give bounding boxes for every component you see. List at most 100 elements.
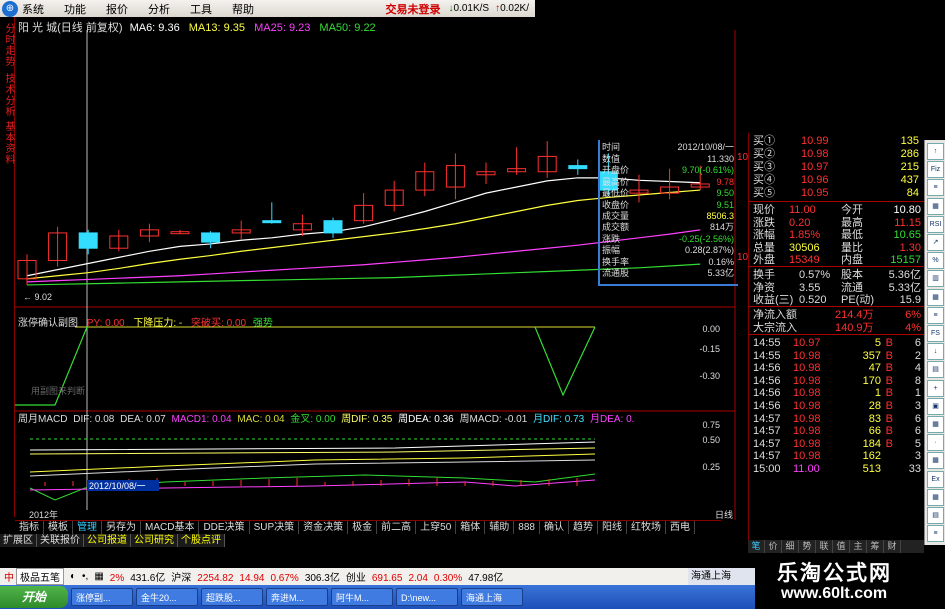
toolbar-icon[interactable]: ▦ bbox=[927, 452, 944, 470]
moon-icon[interactable]: ◐ bbox=[70, 571, 76, 582]
toolbar-icon[interactable]: ↓ bbox=[927, 343, 944, 361]
quote-tab[interactable]: 筹 bbox=[867, 540, 884, 553]
info-row: 振幅 0.28(2.87%) bbox=[602, 245, 738, 256]
extension-tab[interactable]: 个股点评 bbox=[178, 534, 225, 547]
sub2-header: 周月MACD DIF: 0.08 DEA: 0.07 MACD1: 0.04 M… bbox=[18, 410, 634, 425]
extension-tab[interactable]: 公司研究 bbox=[131, 534, 178, 547]
tab-technical[interactable]: 技术分析 bbox=[1, 73, 14, 117]
macd-legend-7: 周DEA: 0.36 bbox=[398, 414, 454, 425]
tick-count: 2 bbox=[914, 349, 921, 362]
indicator-tab[interactable]: 前二高 bbox=[377, 521, 417, 534]
indicator-tab[interactable]: 极金 bbox=[348, 521, 378, 534]
quote-tab[interactable]: 值 bbox=[833, 540, 850, 553]
taskbar-item[interactable]: 涨停副... bbox=[71, 588, 133, 606]
toolbar-icon[interactable]: Fiz bbox=[927, 161, 944, 179]
indicator-tab[interactable]: 红牧场 bbox=[627, 521, 666, 534]
divider bbox=[749, 306, 925, 307]
indicator-tab[interactable]: 阳线 bbox=[598, 521, 627, 534]
bid-price: 10.97 bbox=[801, 161, 829, 173]
tick-direction: B bbox=[885, 400, 893, 412]
menu-item-help[interactable]: 帮助 bbox=[232, 1, 254, 17]
extension-tab[interactable]: 关联报价 bbox=[37, 534, 84, 547]
menu-item-analysis[interactable]: 分析 bbox=[148, 1, 170, 17]
sub1-pressure: 下降压力: - bbox=[133, 318, 183, 329]
extension-tab[interactable]: 扩展区 bbox=[0, 534, 37, 547]
quote-tab[interactable]: 笔 bbox=[748, 540, 765, 553]
toolbar-icon[interactable]: FS bbox=[927, 325, 944, 342]
menu-item-quote[interactable]: 报价 bbox=[106, 1, 128, 17]
indicator-tab[interactable]: DDE决策 bbox=[199, 521, 250, 534]
indicator-tab[interactable]: 资金决策 bbox=[299, 521, 349, 534]
hq-title[interactable]: 海通上海 bbox=[688, 568, 755, 585]
taskbar-item[interactable]: 海通上海 bbox=[461, 588, 523, 606]
start-button[interactable]: 开始 bbox=[0, 586, 68, 608]
toolbar-icon[interactable]: ▣ bbox=[927, 397, 944, 415]
indicator-tab[interactable]: 辅助 bbox=[485, 521, 515, 534]
toolbar-icon[interactable]: ↑ bbox=[927, 143, 944, 160]
macd-legend-10: 月DEA: 0. bbox=[589, 414, 635, 425]
tab-fundamentals[interactable]: 基本资料 bbox=[1, 121, 14, 165]
indicator-tab[interactable]: SUP决策 bbox=[250, 521, 300, 534]
app-logo-icon: ⊕ bbox=[2, 0, 18, 17]
menu-item-function[interactable]: 功能 bbox=[64, 1, 86, 17]
bid-row[interactable]: 买⑤ 10.95 84 bbox=[749, 187, 925, 200]
indicator-tab[interactable]: 趋势 bbox=[569, 521, 598, 534]
indicator-tab[interactable]: 888 bbox=[514, 521, 540, 534]
tick-direction: B bbox=[885, 349, 893, 362]
toolbar-icon[interactable]: ▦ bbox=[927, 488, 944, 506]
taskbar-item[interactable]: 奔进M... bbox=[266, 588, 328, 606]
indicator-tab[interactable]: 指标 bbox=[15, 521, 44, 534]
quote-tab[interactable]: 主 bbox=[850, 540, 867, 553]
quote-tab[interactable]: 势 bbox=[799, 540, 816, 553]
toolbar-icon[interactable]: ▤ bbox=[927, 361, 944, 379]
macd-legend-1: DIF: 0.08 bbox=[73, 414, 115, 425]
toolbar-icon[interactable]: ▥ bbox=[927, 270, 944, 288]
indicator-tab[interactable]: 模板 bbox=[44, 521, 73, 534]
toolbar-icon[interactable]: · bbox=[927, 434, 944, 452]
toolbar-icon[interactable]: ↗ bbox=[927, 234, 944, 251]
quote-tab[interactable]: 细 bbox=[782, 540, 799, 553]
tab-intraday[interactable]: 分时走势 bbox=[1, 23, 14, 67]
summary-value: 10.80 bbox=[893, 204, 921, 216]
menu-item-system[interactable]: 系统 bbox=[22, 1, 44, 17]
taskbar-item[interactable]: 阿牛M... bbox=[331, 588, 393, 606]
toolbar-icon[interactable]: ▤ bbox=[927, 507, 944, 524]
toolbar-icon[interactable]: ▦ bbox=[927, 416, 944, 433]
taskbar-item[interactable]: 超跌股... bbox=[201, 588, 263, 606]
tick-price: 10.98 bbox=[793, 387, 821, 400]
toolbar-icon[interactable]: + bbox=[927, 379, 944, 397]
ime-name[interactable]: 极品五笔 bbox=[16, 568, 64, 585]
menu-item-tools[interactable]: 工具 bbox=[190, 1, 212, 17]
toolbar-icon[interactable]: ≡ bbox=[927, 179, 944, 197]
toolbar-icon[interactable]: % bbox=[927, 252, 944, 270]
toolbar-icon[interactable]: Ex bbox=[927, 470, 944, 488]
indicator-tab[interactable]: MACD基本 bbox=[141, 521, 200, 534]
keyboard-icon[interactable]: ▦ bbox=[94, 571, 103, 582]
price-axis-label: 10 bbox=[737, 252, 749, 263]
extension-tab[interactable]: 公司报道 bbox=[84, 534, 131, 547]
taskbar-item[interactable]: D:\new... bbox=[396, 588, 458, 606]
indicator-tab[interactable]: 西电 bbox=[666, 521, 695, 534]
toolbar-icon[interactable]: RSI bbox=[927, 215, 944, 233]
bid-row[interactable]: 买② 10.98 286 bbox=[749, 148, 925, 161]
toolbar-icon[interactable]: ▦ bbox=[927, 288, 944, 306]
indicator-tab[interactable]: 上穿50 bbox=[416, 521, 457, 534]
quote-tab[interactable]: 联 bbox=[816, 540, 833, 553]
indicator-tab[interactable]: 箱体 bbox=[456, 521, 486, 534]
quote-tab[interactable]: 价 bbox=[765, 540, 782, 553]
info-label: 涨跌 bbox=[602, 233, 621, 244]
quote-tab[interactable]: 财 bbox=[884, 540, 901, 553]
indicator-tab[interactable]: 确认 bbox=[540, 521, 569, 534]
toolbar-icon[interactable]: ≡ bbox=[927, 525, 944, 543]
indicator-tab[interactable]: 另存为 bbox=[102, 521, 141, 534]
dots-icon[interactable]: •, bbox=[82, 571, 88, 582]
bid-row[interactable]: 买④ 10.96 437 bbox=[749, 174, 925, 187]
toolbar-icon[interactable]: ≡ bbox=[927, 306, 944, 324]
trade-login-status[interactable]: 交易未登录 bbox=[385, 1, 440, 17]
bid-row[interactable]: 买③ 10.97 215 bbox=[749, 161, 925, 174]
indicator-tab[interactable]: 管理 bbox=[73, 521, 102, 534]
taskbar-item[interactable]: 金牛20... bbox=[136, 588, 198, 606]
bid-row[interactable]: 买① 10.99 135 bbox=[749, 135, 925, 148]
toolbar-icon[interactable]: ▦ bbox=[927, 197, 944, 215]
low-price-marker: ← 9.02 bbox=[23, 292, 52, 302]
